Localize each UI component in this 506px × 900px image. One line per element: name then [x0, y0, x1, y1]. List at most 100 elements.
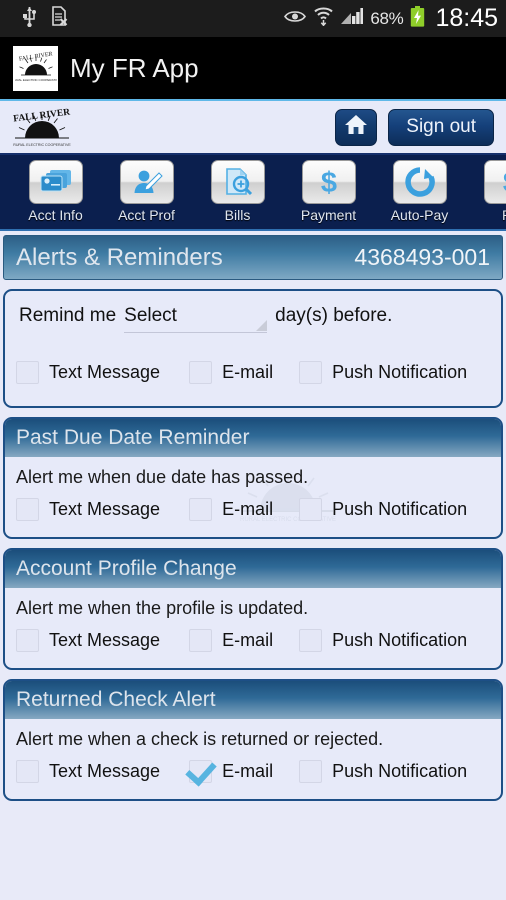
dollar-icon: $ [483, 160, 506, 204]
checkbox-email[interactable] [189, 498, 213, 521]
battery-charging-icon [410, 5, 425, 32]
nav-item-bills[interactable]: Bills [192, 155, 283, 223]
card-due-date-reminder: Remind me Select day(s) before. Text Mes… [3, 289, 503, 408]
user-edit-icon [119, 160, 174, 204]
checkbox-label: Push Notification [332, 761, 468, 781]
checkbox-push-notification[interactable] [299, 760, 323, 783]
checkbox-push-notification[interactable] [299, 629, 323, 652]
checkbox-label: Text Message [49, 499, 161, 519]
checkbox-item-email[interactable]: E-mail [189, 629, 273, 652]
primary-nav-strip[interactable]: Acct Info Acct Prof Bills $ Payment Auto… [0, 155, 506, 231]
nav-label: Bills [224, 207, 251, 223]
checkbox-item-text-message[interactable]: Text Message [16, 760, 160, 783]
checkbox-label: E-mail [222, 630, 274, 650]
signal-bars-icon [341, 7, 365, 30]
refresh-circle-icon [392, 160, 447, 204]
status-bar-clock: 18:45 [435, 4, 498, 32]
checkbox-email[interactable] [189, 361, 213, 384]
brand-header-bar: FALL RIVER RURAL ELECTRIC COOPERATIVE Si… [0, 101, 506, 155]
card-description: Alert me when a check is returned or rej… [16, 729, 384, 749]
card-header: Returned Check Alert [5, 681, 501, 719]
checkbox-text-message[interactable] [16, 498, 39, 521]
home-icon [344, 114, 368, 140]
document-search-icon [210, 160, 265, 204]
nav-label: Auto-Pay [390, 207, 449, 223]
card-body: Remind me Select day(s) before. Text Mes… [5, 291, 501, 406]
nav-label: Payment [300, 207, 357, 223]
checkbox-label: Text Message [49, 761, 161, 781]
channel-checkbox-row: Text Message E-mail Push Notification [16, 494, 490, 521]
card-header: Past Due Date Reminder [5, 419, 501, 457]
checkbox-text-message[interactable] [16, 760, 39, 783]
checkbox-label: Push Notification [332, 630, 468, 650]
checkbox-item-email[interactable]: E-mail [189, 361, 273, 384]
nav-item-partial[interactable]: $ Pa [465, 155, 506, 223]
channel-checkbox-row: Text Message E-mail Push Notification [16, 625, 490, 652]
checkbox-push-notification[interactable] [299, 498, 323, 521]
dollar-icon: $ [301, 160, 356, 204]
brand-actions: Sign out [335, 108, 494, 146]
checkbox-item-text-message[interactable]: Text Message [16, 629, 160, 652]
card-body: Alert me when a check is returned or rej… [5, 719, 501, 799]
status-bar-right-icons: 68% 18:45 [284, 4, 498, 33]
checkbox-item-push[interactable]: Push Notification [299, 361, 467, 384]
page-title: Alerts & Reminders [16, 243, 223, 271]
eye-icon [284, 9, 307, 29]
card-description: Alert me when due date has passed. [16, 467, 309, 487]
checkbox-item-push[interactable]: Push Notification [299, 498, 467, 521]
sd-card-removed-icon [51, 5, 68, 32]
card-description: Alert me when the profile is updated. [16, 598, 309, 618]
days-before-value: Select [124, 305, 177, 326]
card-header: Account Profile Change [5, 550, 501, 588]
fall-river-logo: FALL RIVER RURAL ELECTRIC COOPERATIVE [6, 105, 78, 149]
home-button[interactable] [335, 108, 378, 146]
checkbox-label: E-mail [222, 362, 274, 382]
checkbox-item-email[interactable]: E-mail [189, 760, 273, 783]
checkbox-item-push[interactable]: Push Notification [299, 760, 467, 783]
channel-checkbox-row: Text Message E-mail Push Notification [16, 333, 490, 384]
android-status-bar: 68% 18:45 [0, 0, 506, 37]
usb-icon [22, 5, 37, 32]
nav-item-payment[interactable]: $ Payment [283, 155, 374, 223]
page-title-bar: Alerts & Reminders 4368493-001 [3, 235, 503, 280]
remind-me-row: Remind me Select day(s) before. [16, 297, 490, 333]
svg-text:RURAL ELECTRIC COOPERATIVE: RURAL ELECTRIC COOPERATIVE [13, 143, 71, 147]
wifi-icon [313, 6, 334, 31]
svg-text:RURAL ELECTRIC COOPERATIVE: RURAL ELECTRIC COOPERATIVE [15, 78, 57, 82]
channel-checkbox-row: Text Message E-mail Push Notification [16, 756, 490, 783]
app-title-bar: FALL RIVER RURAL ELECTRIC COOPERATIVE My… [0, 37, 506, 101]
status-bar-left-icons [22, 5, 68, 32]
app-title: My FR App [70, 52, 199, 83]
checkbox-email[interactable] [189, 760, 213, 783]
nav-item-acct-prof[interactable]: Acct Prof [101, 155, 192, 223]
checkbox-item-text-message[interactable]: Text Message [16, 361, 160, 384]
card-body: Alert me when the profile is updated. Te… [5, 588, 501, 668]
checkbox-label: Text Message [49, 630, 161, 650]
checkbox-item-email[interactable]: E-mail [189, 498, 273, 521]
sign-out-button[interactable]: Sign out [388, 108, 494, 146]
checkbox-item-text-message[interactable]: Text Message [16, 498, 160, 521]
checkbox-text-message[interactable] [16, 361, 39, 384]
checkbox-label: E-mail [222, 499, 274, 519]
checkbox-label: Push Notification [332, 362, 468, 382]
card-title: Returned Check Alert [16, 688, 216, 711]
card-returned-check-alert: Returned Check Alert Alert me when a che… [3, 679, 503, 801]
checkbox-item-push[interactable]: Push Notification [299, 629, 467, 652]
cards-icon [28, 160, 83, 204]
app-screen: 68% 18:45 FALL RIVER RAL ELECTRIC COOPER… [0, 0, 506, 900]
nav-item-auto-pay[interactable]: Auto-Pay [374, 155, 465, 223]
days-before-spinner[interactable]: Select [124, 305, 268, 333]
checkbox-email[interactable] [189, 629, 213, 652]
nav-item-acct-info[interactable]: Acct Info [10, 155, 101, 223]
card-body: Alert me when due date has passed. Text … [5, 457, 501, 537]
days-before-suffix: day(s) before. [275, 305, 393, 326]
checkbox-push-notification[interactable] [299, 361, 323, 384]
card-title: Account Profile Change [16, 557, 237, 580]
checkbox-label: Text Message [49, 362, 161, 382]
checkbox-text-message[interactable] [16, 629, 39, 652]
nav-label: Acct Info [28, 207, 83, 223]
card-title: Past Due Date Reminder [16, 426, 250, 449]
nav-label: Acct Prof [118, 207, 175, 223]
account-number-label: 4368493-001 [354, 244, 490, 270]
alerts-scroll-area[interactable]: Remind me Select day(s) before. Text Mes… [0, 280, 506, 891]
